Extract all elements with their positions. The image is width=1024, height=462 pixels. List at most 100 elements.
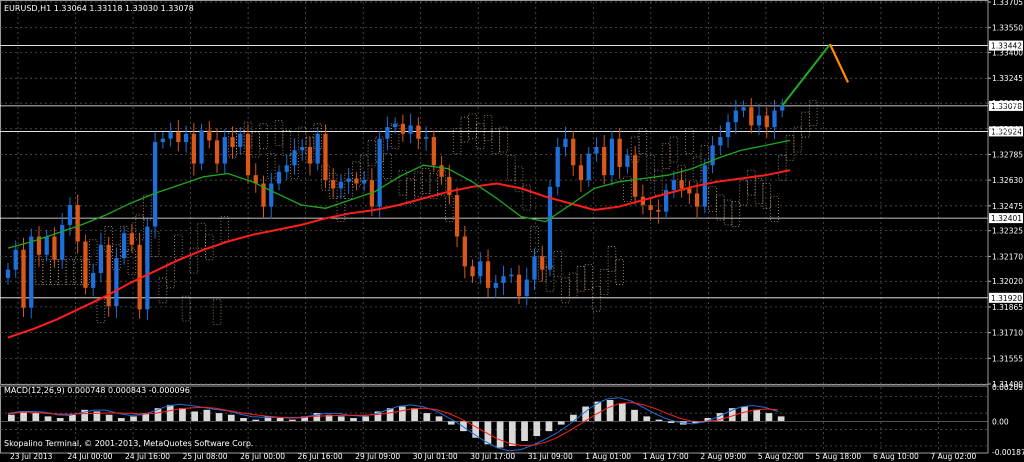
macd-bar xyxy=(533,421,541,437)
ichimoku-cloud-segment xyxy=(499,126,508,153)
macd-bar xyxy=(753,409,761,422)
candle-body xyxy=(199,130,204,164)
macd-bar xyxy=(643,416,651,422)
candle-body xyxy=(540,256,545,270)
ma-green-line xyxy=(7,139,791,249)
macd-bar xyxy=(227,414,235,422)
candle-body xyxy=(52,236,57,260)
candle-body xyxy=(276,171,282,184)
candle-body xyxy=(91,272,96,288)
ichimoku-cloud-segment xyxy=(251,131,261,158)
ichimoku-cloud-segment xyxy=(607,246,617,272)
y-tick-label: 1.33095 xyxy=(992,99,1023,108)
candle-body xyxy=(106,244,111,307)
macd-bar xyxy=(240,418,247,422)
x-tick-label: 30 Jul 17:00 xyxy=(470,452,515,461)
ichimoku-cloud-segment xyxy=(88,239,98,266)
candle-body xyxy=(385,127,390,139)
candle-body xyxy=(183,133,189,143)
candle-body xyxy=(245,133,251,176)
candle-body xyxy=(362,180,367,184)
ichimoku-cloud-segment xyxy=(483,115,493,141)
candle-body xyxy=(323,133,328,181)
macd-bar xyxy=(203,409,211,422)
price-chart[interactable]: 1.334421.330781.329241.324011.319201.337… xyxy=(0,0,1024,462)
macd-bar xyxy=(191,411,199,422)
macd-bar xyxy=(179,408,186,422)
ichimoku-cloud-segment xyxy=(669,136,679,163)
y-tick-label: 1.33400 xyxy=(992,49,1023,58)
candle-body xyxy=(377,138,382,207)
ichimoku-cloud-segment xyxy=(282,130,292,156)
ichimoku-cloud-segment xyxy=(158,277,168,304)
y-tick-label: 1.33245 xyxy=(992,74,1023,83)
macd-bar xyxy=(399,406,406,422)
macd-bar xyxy=(435,416,443,422)
ichimoku-cloud-segment xyxy=(638,128,648,155)
candle-body xyxy=(702,165,707,207)
ichimoku-cloud-segment xyxy=(181,295,191,322)
ichimoku-cloud-segment xyxy=(506,154,516,181)
ichimoku-cloud-segment xyxy=(174,234,183,261)
ichimoku-cloud-segment xyxy=(367,139,377,166)
candle-body xyxy=(633,155,638,197)
candle-body xyxy=(485,261,491,288)
candle-body xyxy=(214,140,220,164)
forecast-up-line xyxy=(781,43,831,107)
chart-header: EURUSD,H1 1.33064 1.33118 1.33030 1.3307… xyxy=(4,4,194,13)
candle-body xyxy=(524,279,529,297)
x-tick-label: 31 Jul 09:00 xyxy=(528,452,573,461)
y-tick-label: 1.32940 xyxy=(992,125,1023,134)
x-tick-label: 1 Aug 01:00 xyxy=(585,452,631,461)
price-level-label: 1.32401 xyxy=(991,214,1022,223)
candle-body xyxy=(617,138,622,167)
candle-body xyxy=(60,224,65,260)
macd-bar xyxy=(496,421,504,448)
ichimoku-cloud-segment xyxy=(166,262,175,289)
candle-body xyxy=(478,261,483,277)
ichimoku-cloud-segment xyxy=(561,277,570,304)
candle-body xyxy=(749,107,754,126)
candle-body xyxy=(532,256,537,280)
ichimoku-cloud-segment xyxy=(708,186,717,213)
ichimoku-cloud-segment xyxy=(785,135,795,161)
candle-body xyxy=(602,147,607,176)
ichimoku-cloud-segment xyxy=(576,265,586,292)
ichimoku-cloud-segment xyxy=(568,272,578,299)
candle-body xyxy=(83,241,88,288)
forecast-down-line xyxy=(829,43,849,83)
y-tick-label: 1.32630 xyxy=(992,176,1023,185)
ichimoku-cloud-segment xyxy=(421,168,431,194)
candle-body xyxy=(129,233,135,245)
macd-bar xyxy=(56,418,64,422)
ichimoku-cloud-segment xyxy=(685,128,694,155)
ichimoku-cloud-segment xyxy=(716,194,725,221)
candle-body xyxy=(470,266,475,277)
candle-body xyxy=(516,274,522,297)
candle-body xyxy=(741,107,746,111)
candle-body xyxy=(493,282,498,288)
macd-bar xyxy=(44,416,52,422)
candle-body xyxy=(687,188,692,194)
x-tick-label: 24 Jul 00:00 xyxy=(68,452,113,461)
candle-body xyxy=(594,147,599,154)
candle-body xyxy=(230,137,235,148)
candle-body xyxy=(625,155,630,167)
candle-body xyxy=(300,147,305,151)
candle-body xyxy=(733,110,738,123)
y-tick-label: 1.33550 xyxy=(992,24,1023,33)
candle-body xyxy=(462,236,467,267)
ichimoku-cloud-segment xyxy=(127,249,137,276)
ichimoku-cloud-segment xyxy=(460,116,470,143)
candle-body xyxy=(307,147,313,164)
candle-body xyxy=(292,150,297,166)
y-tick-label: 1.32170 xyxy=(992,252,1023,261)
candle-body xyxy=(772,110,777,128)
ichimoku-cloud-segment xyxy=(197,222,206,249)
macd-bar xyxy=(8,414,15,422)
candle-body xyxy=(578,165,584,181)
candle-body xyxy=(331,180,336,189)
macd-bar xyxy=(521,421,528,442)
candle-body xyxy=(609,138,615,176)
macd-bar xyxy=(350,418,357,422)
